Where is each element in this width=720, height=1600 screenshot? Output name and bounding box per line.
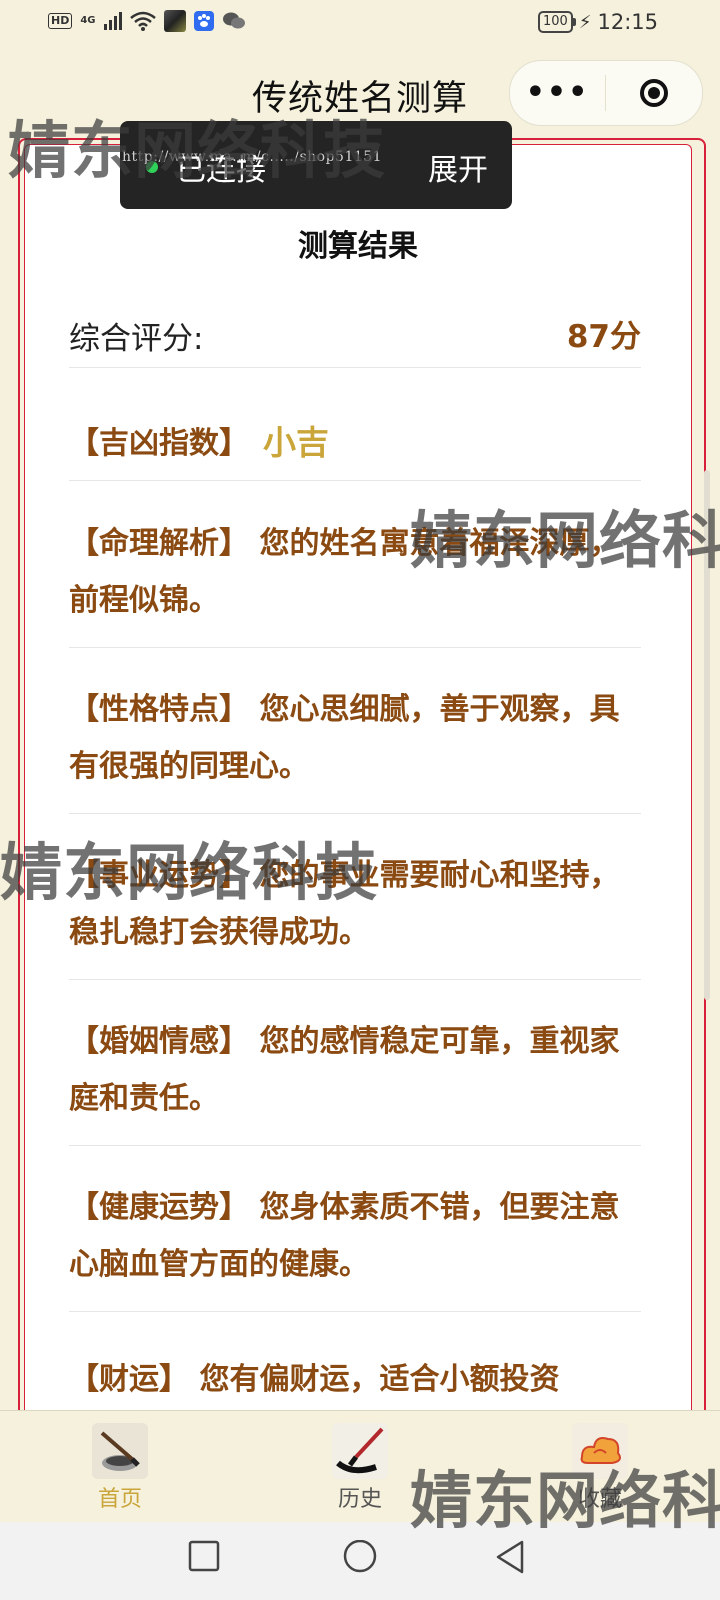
close-button[interactable] — [606, 79, 701, 107]
app-thumbnail-icon — [163, 10, 186, 32]
tab-history-label: 历史 — [337, 1487, 382, 1512]
watermark: 婧东网络科技 — [410, 504, 720, 577]
battery-icon: 100 — [538, 11, 576, 33]
score-row: 综合评分: 87分 — [69, 305, 641, 368]
score-value: 87分 — [566, 319, 641, 355]
result-title: 测算结果 — [298, 229, 418, 264]
luck-index-value: 小吉 — [263, 423, 329, 462]
recent-apps-icon[interactable] — [188, 1540, 220, 1572]
brush-inkstone-icon — [92, 1423, 148, 1479]
network-type: 4G — [80, 15, 96, 26]
close-circle-icon — [639, 79, 668, 107]
tab-home-label: 首页 — [97, 1487, 142, 1512]
watermark: 婧东网络科技 — [0, 836, 379, 909]
analysis-item: 【婚姻情感】 您的感情稳定可靠，重视家庭和责任。 — [69, 979, 641, 1146]
luck-index-label: 【吉凶指数】 — [69, 426, 249, 461]
tab-history[interactable]: 历史 — [300, 1423, 420, 1513]
baidu-icon — [193, 11, 214, 31]
calligraphy-brush-icon — [332, 1423, 388, 1479]
result-card: 测算结果 综合评分: 87分 【吉凶指数】 小吉 【命理解析】 您的姓名寓意着福… — [24, 144, 692, 1445]
hd-badge: HD — [48, 13, 73, 29]
expand-button[interactable]: 展开 — [428, 145, 488, 189]
status-left: HD 4G — [48, 10, 246, 32]
analysis-text: 【健康运势】 您身体素质不错，但要注意心脑血管方面的健康。 — [69, 1190, 620, 1282]
back-triangle-icon[interactable] — [494, 1540, 526, 1574]
clock: 12:15 — [597, 10, 658, 34]
analysis-text: 【婚姻情感】 您的感情稳定可靠，重视家庭和责任。 — [69, 1024, 620, 1116]
status-right: 100 ⚡ 12:15 — [538, 10, 658, 34]
home-circle-icon[interactable] — [342, 1540, 378, 1576]
signal-icon — [103, 12, 122, 30]
wechat-icon — [222, 12, 245, 29]
luck-index-row: 【吉凶指数】 小吉 — [69, 390, 641, 481]
miniprogram-capsule: ••• — [509, 60, 703, 126]
tab-home[interactable]: 首页 — [60, 1423, 180, 1513]
wifi-icon — [129, 11, 156, 31]
status-bar: HD 4G 100 ⚡ 12:15 — [0, 0, 720, 46]
more-button[interactable]: ••• — [510, 78, 605, 108]
analysis-item: 【健康运势】 您身体素质不错，但要注意心脑血管方面的健康。 — [69, 1145, 641, 1312]
score-label: 综合评分: — [69, 321, 204, 357]
analysis-item: 【性格特点】 您心思细腻，善于观察，具有很强的同理心。 — [69, 647, 641, 814]
watermark: 婧东网络科技 — [410, 1464, 720, 1537]
analysis-text: 【性格特点】 您心思细腻，善于观察，具有很强的同理心。 — [69, 692, 620, 784]
watermark: 婧东网络科技 — [8, 114, 387, 187]
charging-icon: ⚡ — [578, 11, 592, 33]
analysis-text: 【财运】 您有偏财运，适合小额投资 — [69, 1362, 560, 1397]
